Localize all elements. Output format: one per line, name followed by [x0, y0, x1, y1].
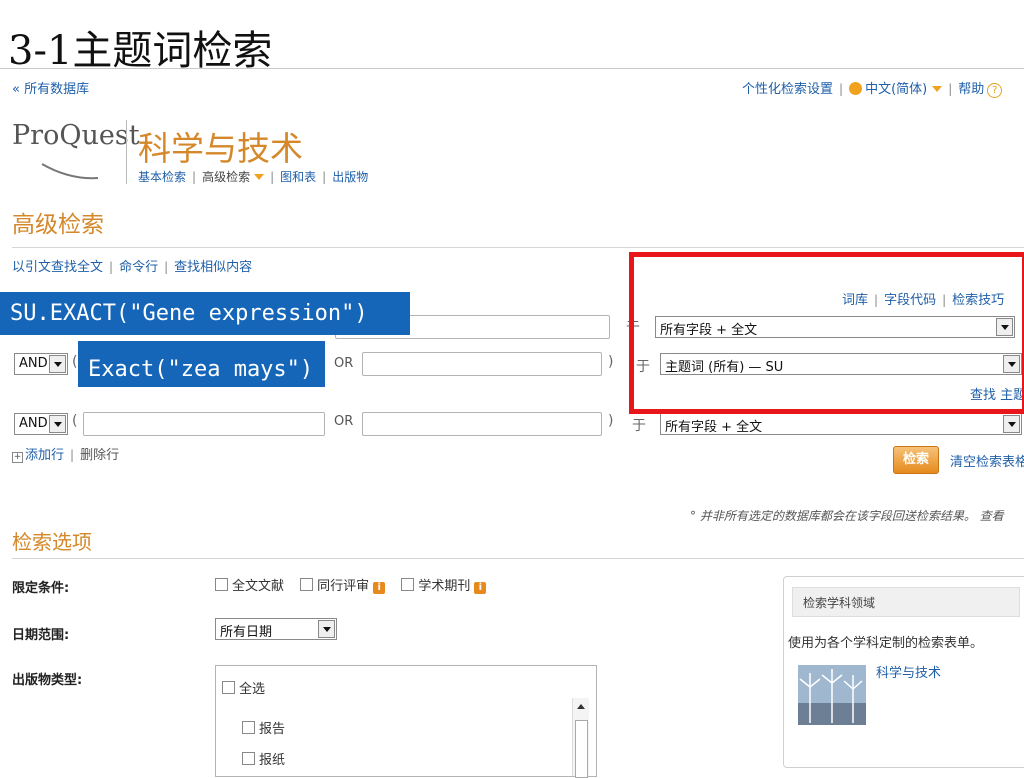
date-value: 所有日期	[220, 625, 273, 640]
or-label: OR	[334, 356, 354, 371]
nav-publications[interactable]: 出版物	[332, 170, 368, 184]
highlight-box	[629, 252, 1024, 414]
chevron-down-icon[interactable]	[318, 620, 335, 638]
pubtype-option: 报纸	[259, 753, 286, 768]
pubtype-list[interactable]: 全选 报告 报纸	[215, 665, 597, 778]
delete-row-link[interactable]: 删除行	[80, 448, 119, 463]
logo-swoosh-icon	[41, 163, 99, 180]
separator: |	[70, 448, 75, 462]
clear-form-link[interactable]: 清空检索表格	[950, 451, 1024, 470]
checkbox[interactable]	[401, 578, 415, 591]
database-note: ° 并非所有选定的数据库都会在该字段回送检索结果。 查看	[690, 509, 1004, 523]
separator: |	[839, 82, 844, 96]
search-button[interactable]: 检索	[893, 446, 939, 474]
limit-label: 限定条件:	[12, 581, 70, 596]
list-item[interactable]: 报告	[242, 718, 285, 737]
checkbox[interactable]	[242, 752, 255, 765]
cite-link[interactable]: 以引文查找全文	[12, 260, 103, 275]
separator: |	[270, 170, 275, 184]
operator-select-row2[interactable]: AND	[14, 353, 68, 375]
operator-value: AND	[19, 356, 48, 371]
search-input-row3-or[interactable]	[362, 412, 602, 436]
search-input-row3[interactable]	[83, 412, 325, 436]
row-controls: + 添加行 | 删除行	[12, 444, 119, 463]
personal-settings-link[interactable]: 个性化检索设置	[742, 82, 833, 97]
subject-panel-title: 检索学科领域	[803, 596, 876, 610]
annotation-su-exact: SU.EXACT("Gene expression")	[0, 292, 410, 335]
search-input-row2-or[interactable]	[362, 352, 602, 376]
options-divider	[12, 558, 1024, 559]
checkbox[interactable]	[222, 681, 235, 694]
close-paren: )	[608, 413, 614, 429]
in-label: 于	[632, 418, 646, 434]
scroll-up-icon[interactable]	[577, 704, 585, 709]
all-databases-link[interactable]: « 所有数据库	[12, 78, 89, 97]
or-label: OR	[334, 414, 354, 429]
wind-turbines-image	[798, 665, 866, 725]
globe-icon	[849, 82, 863, 95]
checkbox[interactable]	[242, 721, 255, 734]
pubtype-option: 报告	[259, 722, 286, 737]
operator-select-row3[interactable]: AND	[14, 413, 68, 435]
nav-advanced-search[interactable]: 高级检索	[202, 170, 250, 184]
subject-link-science-tech[interactable]: 科学与技术	[876, 662, 941, 681]
separator: |	[164, 260, 169, 274]
separator: |	[109, 260, 114, 274]
chevron-down-icon[interactable]	[1003, 415, 1020, 433]
find-similar-link[interactable]: 查找相似内容	[174, 260, 252, 275]
pubtype-option: 全选	[239, 682, 266, 697]
open-paren: (	[72, 354, 78, 370]
limit-option[interactable]: 同行评审	[317, 579, 369, 594]
scrollbar-thumb[interactable]	[575, 720, 588, 778]
product-nav: 基本检索 | 高级检索 | 图和表 | 出版物	[138, 168, 368, 185]
field-select-row3[interactable]: 所有字段 + 全文	[660, 413, 1022, 435]
list-item[interactable]: 报纸	[242, 749, 285, 768]
checkbox[interactable]	[300, 578, 314, 591]
add-row-link[interactable]: 添加行	[25, 448, 64, 463]
date-select[interactable]: 所有日期	[215, 618, 337, 640]
field-select-value: 所有字段 + 全文	[665, 420, 763, 435]
chevron-down-icon[interactable]	[254, 174, 265, 180]
checkbox[interactable]	[215, 578, 228, 591]
brand-divider	[126, 120, 127, 184]
info-icon[interactable]: i	[474, 582, 487, 594]
proquest-logo[interactable]: ProQuest	[12, 120, 140, 151]
product-name: 科学与技术	[138, 129, 303, 168]
limit-option[interactable]: 学术期刊	[418, 579, 470, 594]
info-icon[interactable]: i	[373, 582, 386, 594]
separator: |	[192, 170, 197, 184]
page-heading: 高级检索	[12, 212, 104, 238]
date-label: 日期范围:	[12, 628, 70, 643]
scrollbar[interactable]	[572, 698, 589, 778]
chevron-down-icon[interactable]	[49, 415, 66, 433]
top-utility-nav: 个性化检索设置 | 中文(简体) | 帮助?	[742, 78, 1003, 98]
nav-basic-search[interactable]: 基本检索	[138, 170, 186, 184]
subject-panel-header: 检索学科领域	[792, 587, 1020, 617]
command-line-link[interactable]: 命令行	[119, 260, 158, 275]
open-paren: (	[72, 413, 78, 429]
list-item[interactable]: 全选	[222, 678, 265, 697]
nav-figures-tables[interactable]: 图和表	[280, 170, 316, 184]
chevron-down-icon[interactable]	[932, 86, 943, 92]
close-paren: )	[608, 354, 614, 370]
title-divider	[0, 68, 1024, 69]
limit-options: 全文文献 同行评审 i 学术期刊 i	[215, 575, 487, 594]
subject-panel-desc: 使用为各个学科定制的检索表单。	[788, 636, 984, 651]
operator-value: AND	[19, 416, 48, 431]
language-selector[interactable]: 中文(简体)	[865, 82, 927, 97]
separator: |	[322, 170, 327, 184]
chevron-down-icon[interactable]	[49, 355, 66, 373]
pubtype-label: 出版物类型:	[12, 673, 83, 688]
help-icon[interactable]: ?	[987, 83, 1003, 98]
search-tools-links: 以引文查找全文 | 命令行 | 查找相似内容	[12, 256, 252, 275]
subject-area-panel: 检索学科领域 使用为各个学科定制的检索表单。 科学与技术	[783, 576, 1024, 768]
limit-option[interactable]: 全文文献	[232, 579, 284, 594]
heading-divider	[12, 247, 1024, 248]
help-link[interactable]: 帮助	[958, 82, 984, 97]
annotation-exact-zea: Exact("zea mays")	[88, 357, 314, 382]
separator: |	[948, 82, 953, 96]
plus-box-icon[interactable]: +	[12, 452, 23, 463]
options-heading: 检索选项	[12, 530, 92, 554]
